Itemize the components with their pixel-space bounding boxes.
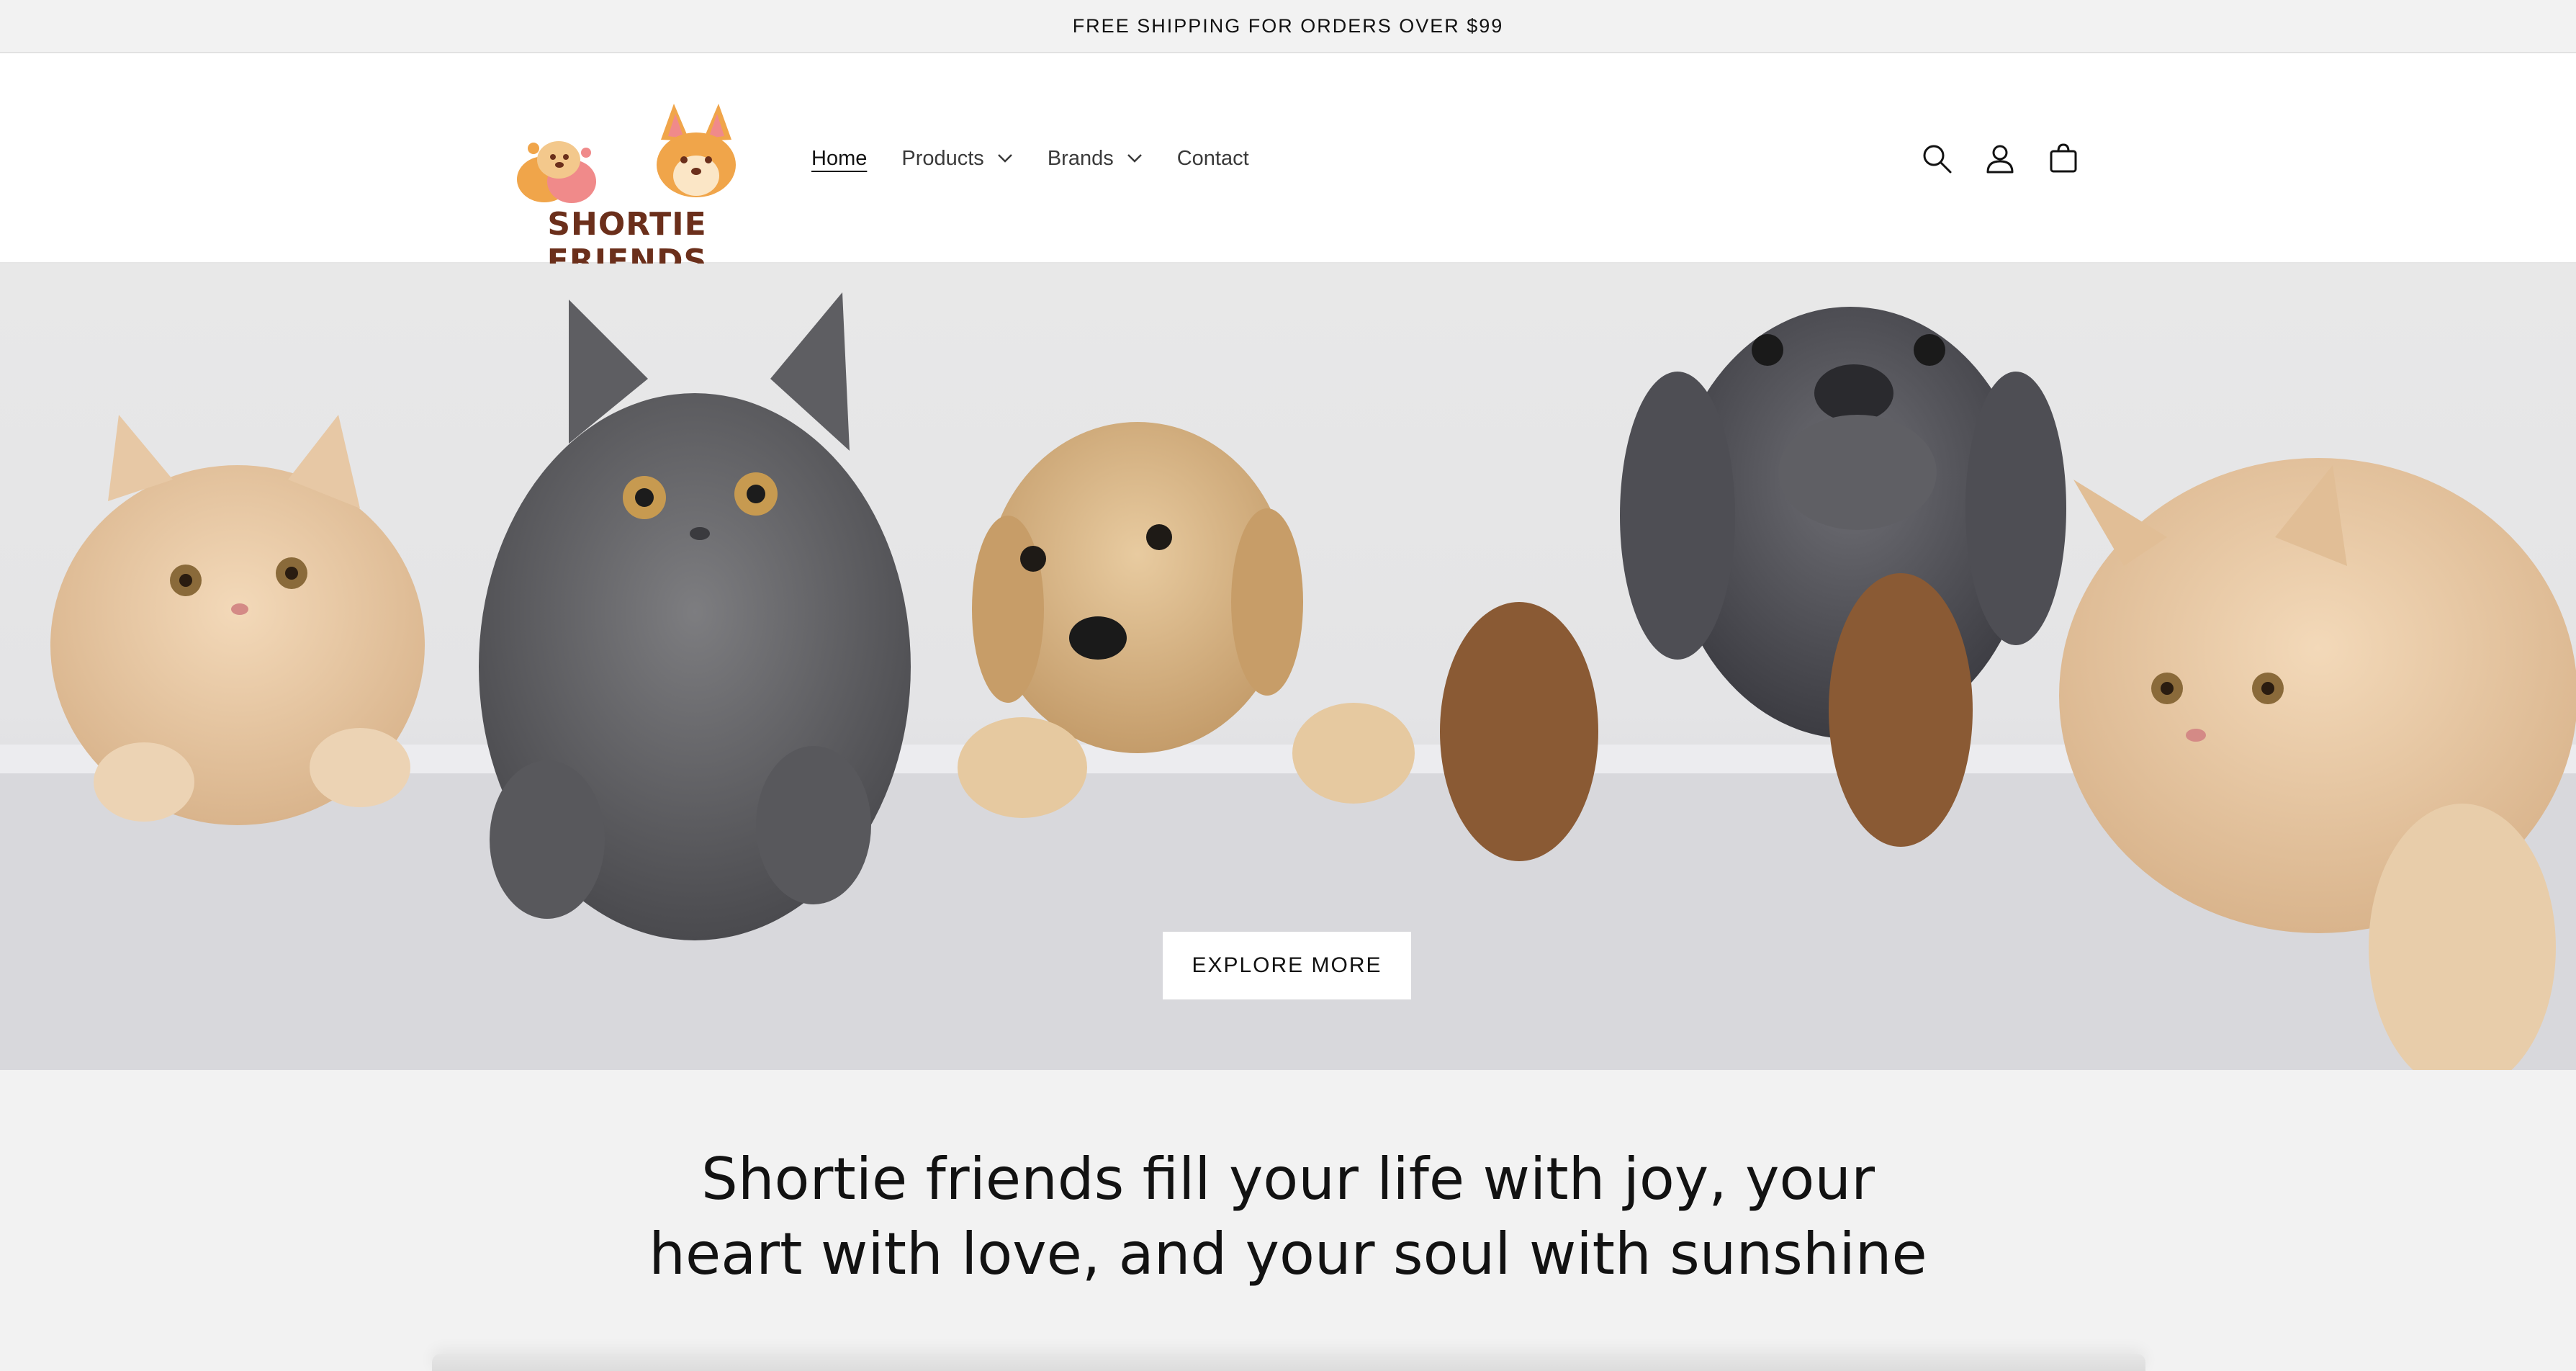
logo[interactable]: SHORTIE FRIENDS <box>494 96 760 279</box>
cart-button[interactable] <box>2042 137 2085 180</box>
logo-mascots-icon <box>517 104 736 203</box>
cream-kitten <box>50 415 425 825</box>
cart-icon <box>2050 143 2077 173</box>
announcement-bar: FREE SHIPPING FOR ORDERS OVER $99 <box>0 0 2576 53</box>
nav-contact[interactable]: Contact <box>1177 147 1249 171</box>
header-icons <box>1915 53 2105 264</box>
explore-more-button[interactable]: EXPLORE MORE <box>1163 932 1411 999</box>
gray-kitten <box>479 292 911 940</box>
account-button[interactable] <box>1978 137 2022 180</box>
nav-products-label: Products <box>901 146 984 170</box>
search-button[interactable] <box>1915 137 1958 180</box>
tagline-section: Shortie friends fill your life with joy,… <box>0 1142 2576 1292</box>
tagline-line-1: Shortie friends fill your life with joy,… <box>701 1146 1875 1213</box>
main-nav: Home Products Brands Contact <box>811 53 1284 264</box>
nav-home-label: Home <box>811 146 868 170</box>
nav-contact-label: Contact <box>1176 146 1249 170</box>
nav-brands[interactable]: Brands <box>1048 147 1143 171</box>
site-header: SHORTIE FRIENDS Home Products Brands Con… <box>0 53 2576 279</box>
content-card-edge <box>432 1354 2145 1371</box>
nav-brands-label: Brands <box>1047 146 1114 170</box>
account-icon <box>1986 145 2014 174</box>
hero-banner: EXPLORE MORE <box>0 264 2576 1070</box>
nav-products[interactable]: Products <box>901 147 1012 171</box>
search-icon <box>1923 145 1952 174</box>
chevron-down-icon <box>997 154 1012 163</box>
chevron-down-icon <box>1127 154 1142 163</box>
announcement-text: FREE SHIPPING FOR ORDERS OVER $99 <box>1072 14 1504 37</box>
tagline-line-2: heart with love, and your soul with suns… <box>649 1221 1927 1287</box>
nav-home[interactable]: Home <box>811 147 867 171</box>
